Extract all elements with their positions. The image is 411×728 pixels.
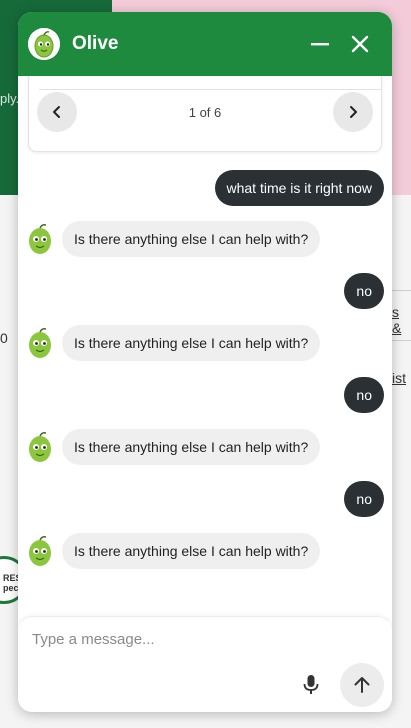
chat-title: Olive (72, 33, 119, 54)
background-divider (392, 290, 411, 291)
bot-message-text: Is there anything else I can help with? (62, 429, 321, 465)
microphone-icon (303, 675, 319, 694)
close-icon (351, 35, 369, 53)
carousel-prev-button[interactable] (37, 92, 77, 132)
microphone-button[interactable] (300, 673, 322, 697)
bot-message: Is there anything else I can help with? (26, 533, 321, 569)
chat-widget: Olive 1 of 6 what time is it right now I… (18, 12, 392, 712)
user-message: no (344, 273, 384, 309)
background-text: ply. (0, 91, 20, 106)
send-button[interactable] (340, 663, 384, 707)
background-link[interactable]: s & (392, 304, 411, 336)
message-composer (18, 616, 392, 712)
chat-header: Olive (18, 12, 392, 76)
background-number: 0 (0, 330, 8, 346)
bot-message: Is there anything else I can help with? (26, 325, 321, 361)
background-link[interactable]: ist (392, 370, 406, 386)
chevron-right-icon (350, 106, 357, 118)
carousel-card: 1 of 6 (28, 76, 382, 152)
bot-message-text: Is there anything else I can help with? (62, 325, 321, 361)
user-message: no (344, 481, 384, 517)
user-message: no (344, 377, 384, 413)
message-input[interactable] (32, 631, 352, 648)
bot-message: Is there anything else I can help with? (26, 429, 321, 465)
message-list[interactable]: 1 of 6 what time is it right now Is ther… (18, 76, 392, 616)
close-button[interactable] (340, 24, 380, 64)
arrow-up-icon (354, 677, 370, 693)
carousel-counter: 1 of 6 (188, 104, 222, 120)
user-message: what time is it right now (214, 170, 384, 206)
minimize-icon (311, 43, 329, 46)
bot-message-text: Is there anything else I can help with? (62, 533, 321, 569)
olive-icon (28, 28, 60, 60)
olive-icon (29, 224, 51, 254)
olive-icon (29, 432, 51, 462)
carousel-nav: 1 of 6 (29, 91, 381, 133)
background-divider (392, 340, 411, 341)
carousel-divider (39, 89, 381, 90)
bot-message: Is there anything else I can help with? (26, 221, 321, 257)
olive-icon (29, 536, 51, 566)
olive-icon (29, 328, 51, 358)
minimize-button[interactable] (300, 24, 340, 64)
carousel-next-button[interactable] (333, 92, 373, 132)
bot-message-text: Is there anything else I can help with? (62, 221, 321, 257)
chevron-left-icon (53, 106, 60, 118)
